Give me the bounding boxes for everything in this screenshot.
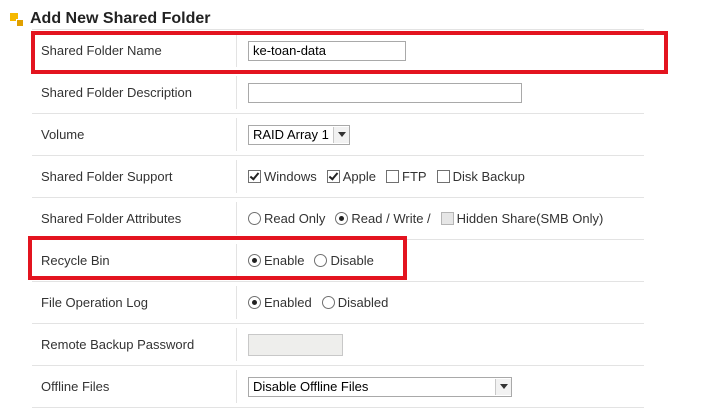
support-option-windows[interactable]: Windows — [248, 169, 317, 184]
file-log-enabled-radio[interactable] — [248, 296, 261, 309]
hidden-share-checkbox[interactable] — [440, 212, 454, 225]
support-option-apple[interactable]: Apple — [326, 169, 376, 184]
row-offline-files: Offline Files Disable Offline Files — [32, 366, 644, 408]
volume-select[interactable]: RAID Array 1 — [248, 124, 350, 145]
volume-selected-value: RAID Array 1 — [253, 127, 329, 142]
apple-checkbox[interactable] — [326, 170, 340, 183]
file-log-enabled[interactable]: Enabled — [248, 295, 312, 310]
row-shared-folder-support: Shared Folder Support Windows Apple FTP … — [32, 156, 644, 198]
page-title: Add New Shared Folder — [30, 10, 211, 27]
chevron-down-icon — [495, 378, 511, 395]
file-operation-log-label: File Operation Log — [41, 295, 148, 310]
folder-section-icon — [8, 11, 24, 27]
attribute-hidden-share[interactable]: Hidden Share(SMB Only) — [440, 211, 603, 226]
volume-label: Volume — [41, 127, 85, 142]
ftp-checkbox[interactable] — [386, 170, 399, 183]
shared-folder-description-label: Shared Folder Description — [41, 85, 193, 100]
highlight-box-shared-folder-name — [31, 31, 668, 74]
disk-backup-checkbox[interactable] — [436, 170, 450, 183]
read-write-radio[interactable] — [335, 212, 349, 225]
windows-checkbox[interactable] — [248, 170, 261, 183]
row-shared-folder-description: Shared Folder Description — [32, 72, 644, 114]
attribute-read-only[interactable]: Read Only — [248, 211, 325, 226]
attribute-read-write[interactable]: Read / Write / — [335, 211, 431, 226]
shared-folder-form: Shared Folder Name Shared Folder Descrip… — [32, 29, 644, 408]
row-file-operation-log: File Operation Log Enabled Disabled — [32, 282, 644, 324]
support-option-disk-backup[interactable]: Disk Backup — [436, 169, 525, 184]
support-option-ftp[interactable]: FTP — [386, 169, 427, 184]
read-only-radio[interactable] — [248, 212, 261, 225]
shared-folder-description-input[interactable] — [248, 82, 522, 103]
file-log-disabled[interactable]: Disabled — [321, 295, 388, 310]
row-remote-backup-password: Remote Backup Password — [32, 324, 644, 366]
offline-files-selected-value: Disable Offline Files — [253, 379, 369, 394]
chevron-down-icon — [332, 126, 349, 143]
shared-folder-support-label: Shared Folder Support — [41, 169, 173, 184]
offline-files-label: Offline Files — [41, 379, 110, 394]
row-volume: Volume RAID Array 1 — [32, 114, 644, 156]
section-header: Add New Shared Folder — [8, 8, 210, 30]
remote-backup-password-input[interactable] — [248, 333, 343, 356]
remote-backup-password-label: Remote Backup Password — [41, 337, 195, 352]
highlight-box-recycle-bin — [28, 236, 407, 280]
row-shared-folder-attributes: Shared Folder Attributes Read Only Read … — [32, 198, 644, 240]
file-log-disabled-radio[interactable] — [321, 296, 335, 309]
offline-files-select[interactable]: Disable Offline Files — [248, 376, 512, 397]
shared-folder-attributes-label: Shared Folder Attributes — [41, 211, 182, 226]
